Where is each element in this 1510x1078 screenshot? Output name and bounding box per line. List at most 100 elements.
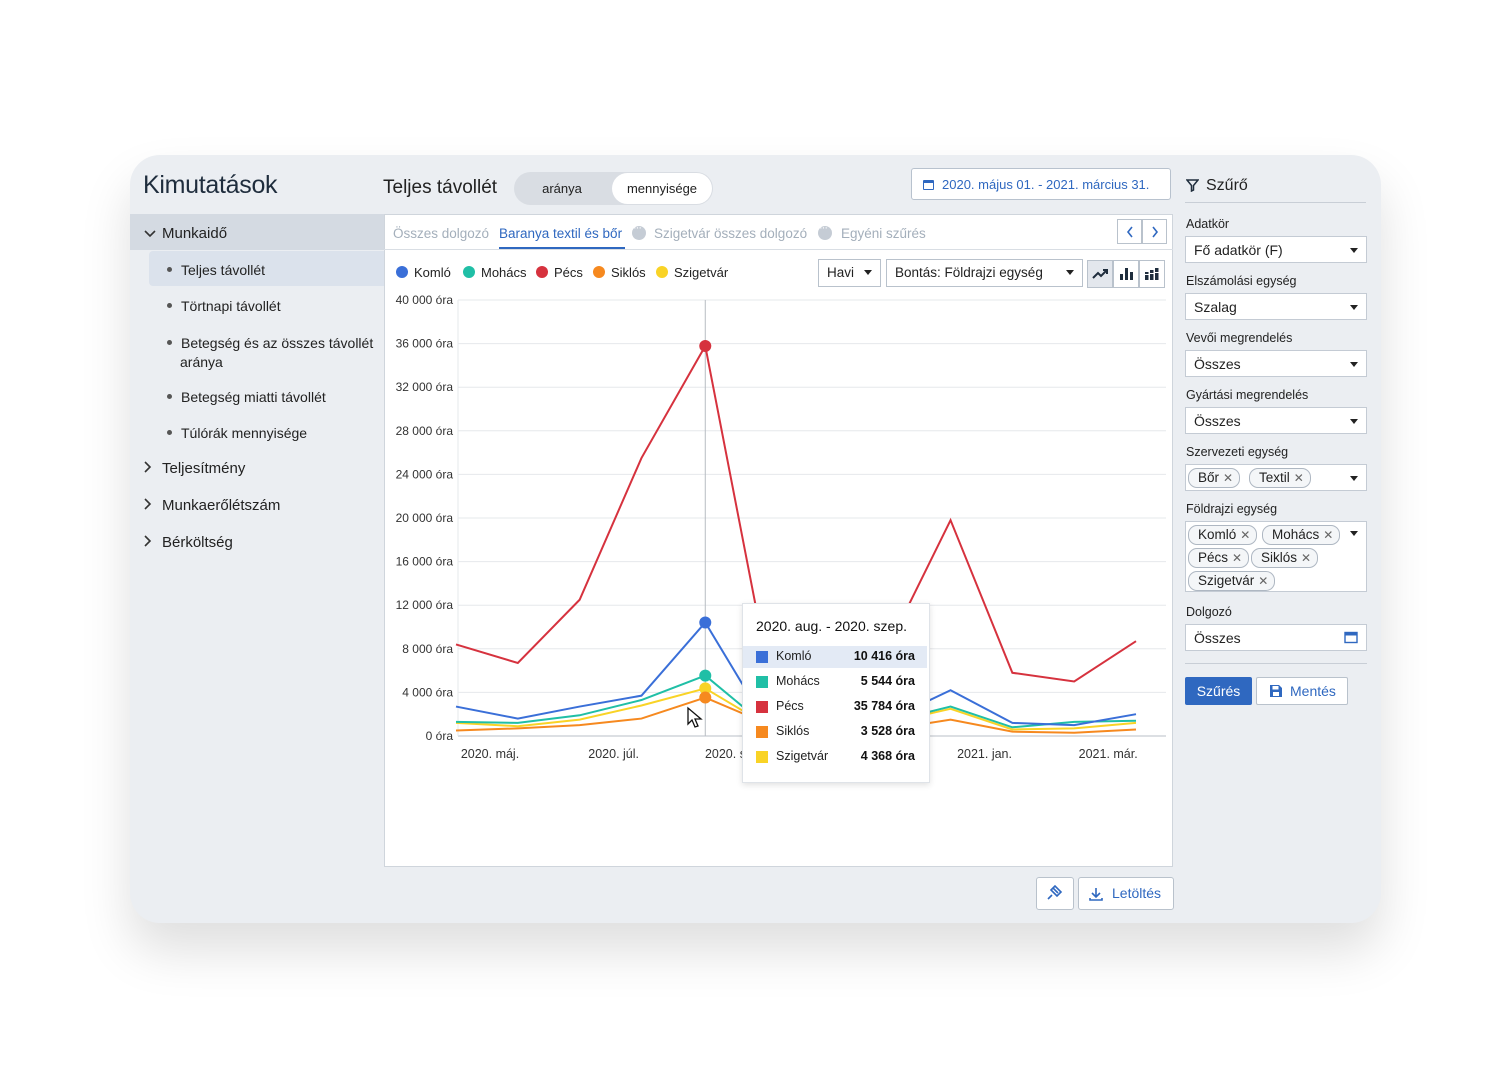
tab-egyeni-szures[interactable]: Egyéni szűrés: [841, 226, 926, 241]
tabs-next-button[interactable]: [1142, 219, 1167, 244]
save-icon: [1270, 685, 1282, 697]
data-point-Mohács[interactable]: [699, 669, 712, 682]
save-button[interactable]: Mentés: [1256, 677, 1348, 705]
tab-osszes-dolgozo[interactable]: Összes dolgozó: [393, 226, 489, 241]
download-button[interactable]: Letöltés: [1078, 877, 1174, 910]
chip-pecs[interactable]: Pécs ✕: [1188, 548, 1250, 568]
tabs-prev-button[interactable]: [1117, 219, 1142, 244]
close-icon[interactable]: ✕: [1232, 551, 1242, 565]
close-icon[interactable]: ✕: [1258, 574, 1268, 588]
download-icon: [1089, 888, 1103, 901]
tooltip-row-name: Siklós: [776, 724, 810, 738]
bullet-icon: [167, 302, 172, 308]
field-label: Elszámolási egység: [1186, 274, 1297, 288]
close-icon[interactable]: ✕: [1323, 528, 1333, 542]
chip-label: Bőr: [1198, 470, 1220, 485]
chevron-right-icon: [1151, 226, 1158, 238]
field-label: Vevői megrendelés: [1186, 331, 1293, 345]
calendar-icon[interactable]: [1344, 631, 1358, 644]
select-value: Fő adatkör (F): [1194, 242, 1283, 258]
y-tick-label: 32 000 óra: [396, 380, 454, 394]
tooltip-row: Szigetvár 4 368 óra: [743, 746, 927, 768]
close-icon[interactable]: ✕: [1294, 471, 1304, 485]
chevron-down-icon: [144, 226, 162, 241]
x-tick-label: 2020. júl.: [588, 747, 639, 761]
more-icon[interactable]: [632, 222, 646, 240]
toggle-option-mennyisege[interactable]: mennyisége: [612, 173, 712, 204]
apply-filter-button[interactable]: Szűrés: [1185, 677, 1252, 705]
save-label: Mentés: [1290, 683, 1336, 699]
chip-label: Szigetvár: [1198, 573, 1255, 588]
select-value: Összes: [1194, 630, 1241, 646]
sidebar-group-berkoltseg[interactable]: Bérköltség: [144, 534, 233, 551]
chip-bor[interactable]: Bőr ✕: [1188, 468, 1241, 488]
sidebar-item-tulorak[interactable]: Túlórák mennyisége: [167, 425, 307, 441]
field-label: Szervezeti egység: [1186, 445, 1289, 459]
sidebar-group-munkaerolétszam[interactable]: Munkaerőlétszám: [144, 497, 280, 514]
dolgozo-picker[interactable]: Összes: [1185, 624, 1367, 651]
data-point-Komló[interactable]: [699, 616, 712, 629]
sidebar-item-label: Teljes távollét: [181, 262, 266, 278]
sidebar-item-betegseg-miatti[interactable]: Betegség miatti távollét: [167, 389, 326, 405]
caret-down-icon: [1350, 305, 1358, 310]
close-icon[interactable]: ✕: [1223, 471, 1233, 485]
toggle-option-aranya[interactable]: aránya: [514, 172, 610, 205]
sidebar-item-betegseg-arany[interactable]: Betegség és az összes távollét aránya: [167, 334, 373, 372]
filter-icon: [1186, 179, 1199, 192]
adatkor-select[interactable]: Fő adatkör (F): [1185, 236, 1367, 263]
close-icon[interactable]: ✕: [1301, 551, 1311, 565]
foldrajzi-multiselect[interactable]: Komló ✕ Mohács ✕ Pécs ✕ Siklós ✕ Szigetvár ✕: [1185, 521, 1367, 592]
szervezeti-multiselect[interactable]: Bőr ✕ Textil ✕: [1185, 464, 1367, 491]
download-label: Letöltés: [1112, 885, 1162, 901]
chevron-left-icon: [1126, 226, 1133, 238]
tooltip-row-value: 10 416 óra: [853, 649, 915, 663]
sidebar-group-label: Munkaidő: [162, 225, 228, 242]
x-tick-label: 2021. már.: [1079, 747, 1138, 761]
sidebar-item-label: Túlórák mennyisége: [181, 425, 308, 441]
sidebar-item-tortnapi-tavollet[interactable]: Törtnapi távollét: [167, 298, 281, 314]
select-value: Szalag: [1194, 299, 1237, 315]
data-point-Pécs[interactable]: [699, 339, 712, 352]
tooltip-row-name: Szigetvár: [776, 749, 829, 763]
chip-siklos[interactable]: Siklós ✕: [1251, 548, 1319, 568]
sidebar-item-teljes-tavollet-label[interactable]: Teljes távollét: [167, 262, 265, 278]
chip-mohacs[interactable]: Mohács ✕: [1262, 525, 1341, 545]
tab-szigetvar[interactable]: Szigetvár összes dolgozó: [654, 226, 807, 241]
y-tick-label: 20 000 óra: [396, 511, 454, 525]
data-point-Siklós[interactable]: [699, 691, 712, 704]
sidebar-group-label: Teljesítmény: [162, 460, 246, 477]
elszamolasi-select[interactable]: Szalag: [1185, 293, 1367, 320]
chevron-right-icon: [144, 498, 162, 513]
select-value: Összes: [1194, 413, 1241, 429]
date-range-picker[interactable]: 2020. május 01. - 2021. március 31.: [911, 168, 1171, 200]
close-icon[interactable]: ✕: [1240, 528, 1250, 542]
caret-down-icon: [1350, 531, 1358, 536]
bullet-icon: [167, 266, 172, 272]
chip-szigetvar[interactable]: Szigetvár ✕: [1188, 571, 1276, 591]
x-tick-label: 2020. máj.: [461, 747, 519, 761]
more-icon[interactable]: [818, 222, 832, 240]
app-title: Kimutatások: [143, 171, 278, 199]
pin-button[interactable]: [1036, 877, 1074, 910]
vevoi-select[interactable]: Összes: [1185, 350, 1367, 377]
y-tick-label: 36 000 óra: [396, 337, 454, 351]
chip-label: Pécs: [1198, 550, 1229, 565]
sidebar-group-munkaido-label[interactable]: Munkaidő: [144, 225, 227, 242]
tooltip-row: Komló 10 416 óra: [743, 646, 927, 668]
y-tick-label: 12 000 óra: [396, 598, 454, 612]
chevron-right-icon: [144, 535, 162, 550]
x-tick-label: 2021. jan.: [957, 747, 1012, 761]
y-tick-label: 24 000 óra: [396, 467, 454, 481]
field-label: Dolgozó: [1186, 605, 1232, 619]
gyartasi-select[interactable]: Összes: [1185, 407, 1367, 434]
chip-textil[interactable]: Textil ✕: [1249, 468, 1311, 488]
caret-down-icon: [1350, 419, 1358, 424]
tab-baranya-textil[interactable]: Baranya textil és bőr: [499, 226, 622, 241]
select-value: Összes: [1194, 356, 1241, 372]
chip-komlo[interactable]: Komló ✕: [1188, 525, 1258, 545]
tooltip-row-value: 4 368 óra: [860, 749, 915, 763]
tooltip-row: Pécs 35 784 óra: [743, 696, 927, 718]
sidebar-group-teljesitmeny[interactable]: Teljesítmény: [144, 460, 245, 477]
tooltip-row-name: Pécs: [776, 699, 804, 713]
chip-label: Siklós: [1261, 550, 1298, 565]
